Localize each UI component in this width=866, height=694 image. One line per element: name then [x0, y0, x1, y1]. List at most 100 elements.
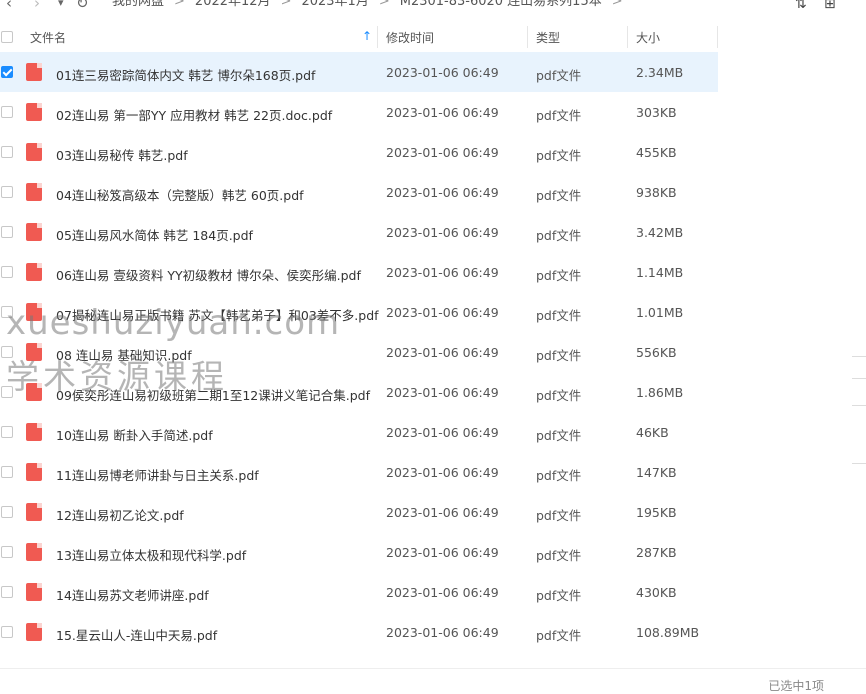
file-modified-date: 2023-01-06 06:49	[386, 265, 499, 280]
row-checkbox[interactable]	[1, 306, 13, 318]
breadcrumb-separator: >	[611, 0, 623, 9]
column-divider[interactable]	[717, 26, 718, 48]
file-row[interactable]: 08 连山易 基础知识.pdf 2023-01-06 06:49 pdf文件 556K…	[0, 332, 718, 372]
column-size[interactable]: 大小	[636, 29, 660, 46]
file-name[interactable]: 04连山秘笈高级本（完整版）韩艺 60页.pdf	[56, 185, 304, 204]
file-modified-date: 2023-01-06 06:49	[386, 305, 499, 320]
file-type: pdf文件	[536, 388, 582, 403]
sort-ascending-icon[interactable]: ↑	[362, 29, 372, 43]
file-name[interactable]: 08 连山易 基础知识.pdf	[56, 345, 192, 364]
file-name[interactable]: 15.星云山人-连山中天易.pdf	[56, 625, 217, 644]
file-modified-date: 2023-01-06 06:49	[386, 465, 499, 480]
file-name[interactable]: 14连山易苏文老师讲座.pdf	[56, 585, 209, 604]
file-row[interactable]: 10连山易 断卦入手简述.pdf 2023-01-06 06:49 pdf文件 46K…	[0, 412, 718, 452]
row-checkbox[interactable]	[1, 546, 13, 558]
file-name[interactable]: 03连山易秘传 韩艺.pdf	[56, 145, 188, 164]
file-name[interactable]: 05连山易风水简体 韩艺 184页.pdf	[56, 225, 253, 244]
view-mode-icon[interactable]: ⊞	[824, 0, 836, 12]
breadcrumb-item-current[interactable]: M2301-83-6020 连山易系列15本	[400, 0, 602, 9]
row-checkbox[interactable]	[1, 186, 13, 198]
file-name[interactable]: 11连山易博老师讲卦与日主关系.pdf	[56, 465, 259, 484]
file-modified-date: 2023-01-06 06:49	[386, 585, 499, 600]
file-row[interactable]: 05连山易风水简体 韩艺 184页.pdf 2023-01-06 06:49 pdf…	[0, 212, 718, 252]
file-row[interactable]: 09侯奕彤连山易初级班第二期1至12课讲义笔记合集.pdf 2023-01-06 …	[0, 372, 718, 412]
file-type: pdf文件	[536, 548, 582, 563]
column-name[interactable]: 文件名	[30, 29, 66, 46]
file-row[interactable]: 04连山秘笈高级本（完整版）韩艺 60页.pdf 2023-01-06 06:49…	[0, 172, 718, 212]
file-row[interactable]: 12连山易初乙论文.pdf 2023-01-06 06:49 pdf文件 195KB	[0, 492, 718, 532]
pdf-file-icon	[26, 503, 42, 521]
row-checkbox[interactable]	[1, 346, 13, 358]
pdf-file-icon	[26, 423, 42, 441]
file-size: 303KB	[636, 105, 677, 120]
file-name[interactable]: 13连山易立体太极和现代科学.pdf	[56, 545, 246, 564]
row-checkbox[interactable]	[1, 266, 13, 278]
row-checkbox[interactable]	[1, 626, 13, 638]
breadcrumb-separator: >	[280, 0, 292, 9]
pdf-file-icon	[26, 183, 42, 201]
file-row[interactable]: 06连山易 壹级资料 YY初级教材 博尔朵、侯奕彤编.pdf 2023-01-06…	[0, 252, 718, 292]
file-modified-date: 2023-01-06 06:49	[386, 505, 499, 520]
file-type: pdf文件	[536, 108, 582, 123]
row-checkbox[interactable]	[1, 66, 13, 78]
file-name[interactable]: 02连山易 第一部YY 应用教材 韩艺 22页.doc.pdf	[56, 105, 332, 124]
column-divider[interactable]	[377, 26, 378, 48]
file-row[interactable]: 01连三易密踪简体内文 韩艺 博尔朵168页.pdf 2023-01-06 06:…	[0, 52, 718, 92]
file-name[interactable]: 01连三易密踪简体内文 韩艺 博尔朵168页.pdf	[56, 65, 315, 84]
pdf-file-icon	[26, 63, 42, 81]
select-all-checkbox[interactable]	[1, 31, 13, 43]
file-modified-date: 2023-01-06 06:49	[386, 425, 499, 440]
row-checkbox[interactable]	[1, 226, 13, 238]
file-size: 3.42MB	[636, 225, 684, 240]
file-type: pdf文件	[536, 628, 582, 643]
pdf-file-icon	[26, 543, 42, 561]
file-row[interactable]: 14连山易苏文老师讲座.pdf 2023-01-06 06:49 pdf文件 430K…	[0, 572, 718, 612]
file-row[interactable]: 03连山易秘传 韩艺.pdf 2023-01-06 06:49 pdf文件 455KB	[0, 132, 718, 172]
file-size: 1.86MB	[636, 385, 684, 400]
breadcrumb-separator: >	[174, 0, 185, 9]
column-divider[interactable]	[627, 26, 628, 48]
breadcrumb-item[interactable]: 2022年12月	[195, 0, 271, 9]
refresh-icon[interactable]: ↻	[76, 0, 89, 12]
column-modified[interactable]: 修改时间	[386, 29, 434, 46]
file-row[interactable]: 13连山易立体太极和现代科学.pdf 2023-01-06 06:49 pdf文件 2…	[0, 532, 718, 572]
row-checkbox[interactable]	[1, 466, 13, 478]
file-type: pdf文件	[536, 308, 582, 323]
forward-icon[interactable]: ›	[34, 0, 40, 12]
file-size: 556KB	[636, 345, 677, 360]
file-name[interactable]: 12连山易初乙论文.pdf	[56, 505, 184, 524]
pdf-file-icon	[26, 103, 42, 121]
column-type[interactable]: 类型	[536, 29, 560, 46]
breadcrumb-separator: >	[378, 0, 390, 9]
breadcrumb-item[interactable]: 我的网盘	[112, 0, 164, 9]
file-modified-date: 2023-01-06 06:49	[386, 385, 499, 400]
row-checkbox[interactable]	[1, 586, 13, 598]
file-name[interactable]: 10连山易 断卦入手简述.pdf	[56, 425, 213, 444]
sort-icon[interactable]: ⇅	[795, 0, 807, 12]
pdf-file-icon	[26, 303, 42, 321]
file-modified-date: 2023-01-06 06:49	[386, 65, 499, 80]
row-checkbox[interactable]	[1, 386, 13, 398]
breadcrumb-item[interactable]: 2023年1月	[301, 0, 368, 9]
file-modified-date: 2023-01-06 06:49	[386, 105, 499, 120]
pdf-file-icon	[26, 463, 42, 481]
file-size: 1.14MB	[636, 265, 684, 280]
history-dropdown-icon[interactable]: ▾	[58, 0, 64, 12]
file-name[interactable]: 06连山易 壹级资料 YY初级教材 博尔朵、侯奕彤编.pdf	[56, 265, 361, 284]
file-row[interactable]: 07揭秘连山易正版书籍 苏文【韩艺弟子】和03差不多.pdf 2023-01-06…	[0, 292, 718, 332]
back-icon[interactable]: ‹	[6, 0, 12, 12]
file-name[interactable]: 07揭秘连山易正版书籍 苏文【韩艺弟子】和03差不多.pdf	[56, 305, 379, 324]
file-modified-date: 2023-01-06 06:49	[386, 625, 499, 640]
column-divider[interactable]	[527, 26, 528, 48]
file-size: 287KB	[636, 545, 677, 560]
file-name[interactable]: 09侯奕彤连山易初级班第二期1至12课讲义笔记合集.pdf	[56, 385, 370, 404]
file-row[interactable]: 15.星云山人-连山中天易.pdf 2023-01-06 06:49 pdf文件 10…	[0, 612, 718, 652]
file-row[interactable]: 02连山易 第一部YY 应用教材 韩艺 22页.doc.pdf 2023-01-0…	[0, 92, 718, 132]
row-checkbox[interactable]	[1, 146, 13, 158]
file-type: pdf文件	[536, 148, 582, 163]
file-type: pdf文件	[536, 188, 582, 203]
file-row[interactable]: 11连山易博老师讲卦与日主关系.pdf 2023-01-06 06:49 pdf文件…	[0, 452, 718, 492]
row-checkbox[interactable]	[1, 506, 13, 518]
row-checkbox[interactable]	[1, 426, 13, 438]
row-checkbox[interactable]	[1, 106, 13, 118]
